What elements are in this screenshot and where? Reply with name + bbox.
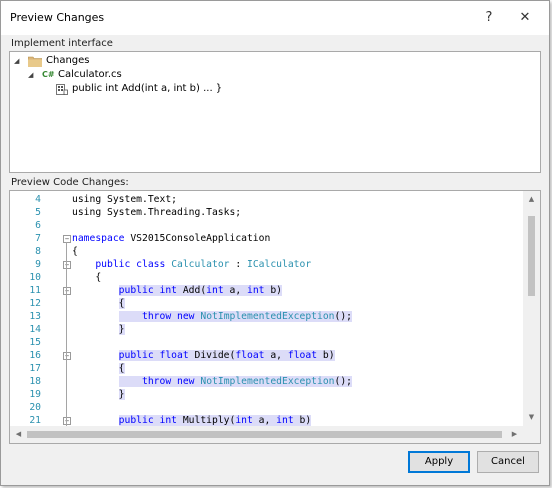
line-number: 4 (35, 194, 41, 205)
scroll-down-icon[interactable]: ▼ (523, 409, 540, 426)
code-preview-editor[interactable]: 4 using System.Text; 5 using System.Threadi… (9, 190, 541, 444)
code-line: 7 − namespace VS2015ConsoleApplication (10, 232, 522, 245)
line-number: 20 (29, 402, 41, 413)
collapse-toggle-icon[interactable]: − (63, 235, 71, 243)
code-line: 18 throw new NotImplementedException(); (10, 375, 522, 388)
horizontal-scrollbar[interactable]: ◀ ▶ (10, 426, 523, 443)
line-number: 15 (29, 337, 41, 348)
collapse-toggle-icon[interactable]: − (63, 417, 71, 425)
code-text: { (72, 272, 102, 283)
code-text: public int Add(int a, int b) (118, 285, 283, 296)
horizontal-scroll-thumb[interactable] (27, 431, 502, 438)
tree-member-label: public int Add(int a, int b) ... } (72, 83, 223, 94)
line-number: 9 (35, 259, 41, 270)
collapse-toggle-icon[interactable]: − (63, 261, 71, 269)
code-text: public class Calculator : ICalculator (95, 259, 312, 270)
scroll-right-icon[interactable]: ▶ (506, 426, 523, 443)
code-text: } (118, 324, 125, 335)
help-button[interactable]: ? (471, 5, 507, 31)
vertical-scrollbar[interactable]: ▲ ▼ (523, 191, 540, 426)
code-line: 8{ (10, 245, 522, 258)
outline-guide (66, 359, 67, 392)
code-line: 12 { (10, 297, 522, 310)
line-number: 10 (29, 272, 41, 283)
csharp-file-icon: C# (42, 70, 55, 79)
code-text: { (118, 363, 125, 374)
code-line: 4 using System.Text; (10, 193, 522, 206)
tree-file-label: Calculator.cs (58, 69, 122, 80)
dialog-title: Preview Changes (10, 11, 105, 24)
tree-root-label: Changes (46, 55, 90, 66)
code-text: public float Divide(float a, float b) (118, 350, 335, 361)
expand-arrow-icon[interactable]: ◢ (14, 54, 22, 68)
code-text: throw new NotImplementedException(); (72, 375, 353, 388)
outline-guide (66, 294, 67, 327)
collapse-toggle-icon[interactable]: − (63, 287, 71, 295)
code-line: 16 − public float Divide(float a, float b… (10, 349, 522, 362)
code-text: { (72, 246, 78, 257)
code-line: 5 using System.Threading.Tasks; (10, 206, 522, 219)
code-text: using System.Text; (72, 194, 177, 205)
line-number: 6 (35, 220, 41, 231)
scrollbar-corner (523, 426, 540, 443)
close-button[interactable]: ✕ (507, 5, 543, 31)
line-number: 7 (35, 233, 41, 244)
code-line: 9 − public class Calculator : ICalculator (10, 258, 522, 271)
line-number: 11 (29, 285, 41, 296)
line-number: 13 (29, 311, 41, 322)
apply-button[interactable]: Apply (408, 451, 470, 473)
code-line: 6 (10, 219, 522, 232)
collapse-toggle-icon[interactable]: − (63, 352, 71, 360)
preview-code-label: Preview Code Changes: (11, 177, 129, 188)
outline-guide (66, 268, 67, 431)
implement-interface-label: Implement interface (11, 38, 113, 49)
code-line: 20 (10, 401, 522, 414)
line-number: 14 (29, 324, 41, 335)
code-text: using System.Threading.Tasks; (72, 207, 242, 218)
scroll-left-icon[interactable]: ◀ (10, 426, 27, 443)
cancel-button[interactable]: Cancel (477, 451, 539, 473)
scroll-up-icon[interactable]: ▲ (523, 191, 540, 208)
code-line: 19 } (10, 388, 522, 401)
changes-tree[interactable]: ◢ Changes ◢ C# Calculator.cs public int … (9, 51, 541, 173)
line-number: 16 (29, 350, 41, 361)
code-line: 15 (10, 336, 522, 349)
title-bar[interactable]: Preview Changes ? ✕ (1, 1, 549, 35)
expand-arrow-icon[interactable]: ◢ (28, 68, 36, 82)
code-text: throw new NotImplementedException(); (72, 310, 353, 323)
preview-changes-dialog: Preview Changes ? ✕ Implement interface … (0, 0, 550, 486)
code-line: 13 throw new NotImplementedException(); (10, 310, 522, 323)
code-line: 17 { (10, 362, 522, 375)
code-text: namespace VS2015ConsoleApplication (72, 233, 271, 244)
vertical-scroll-thumb[interactable] (528, 216, 535, 296)
line-number: 17 (29, 363, 41, 374)
line-number: 8 (35, 246, 41, 257)
code-line: 10 { (10, 271, 522, 284)
code-line: 11 − public int Add(int a, int b) (10, 284, 522, 297)
method-icon (56, 84, 68, 100)
code-text: } (118, 389, 125, 400)
line-number: 18 (29, 376, 41, 387)
line-number: 5 (35, 207, 41, 218)
code-text: { (118, 298, 125, 309)
line-number: 12 (29, 298, 41, 309)
line-number: 19 (29, 389, 41, 400)
code-line: 14 } (10, 323, 522, 336)
